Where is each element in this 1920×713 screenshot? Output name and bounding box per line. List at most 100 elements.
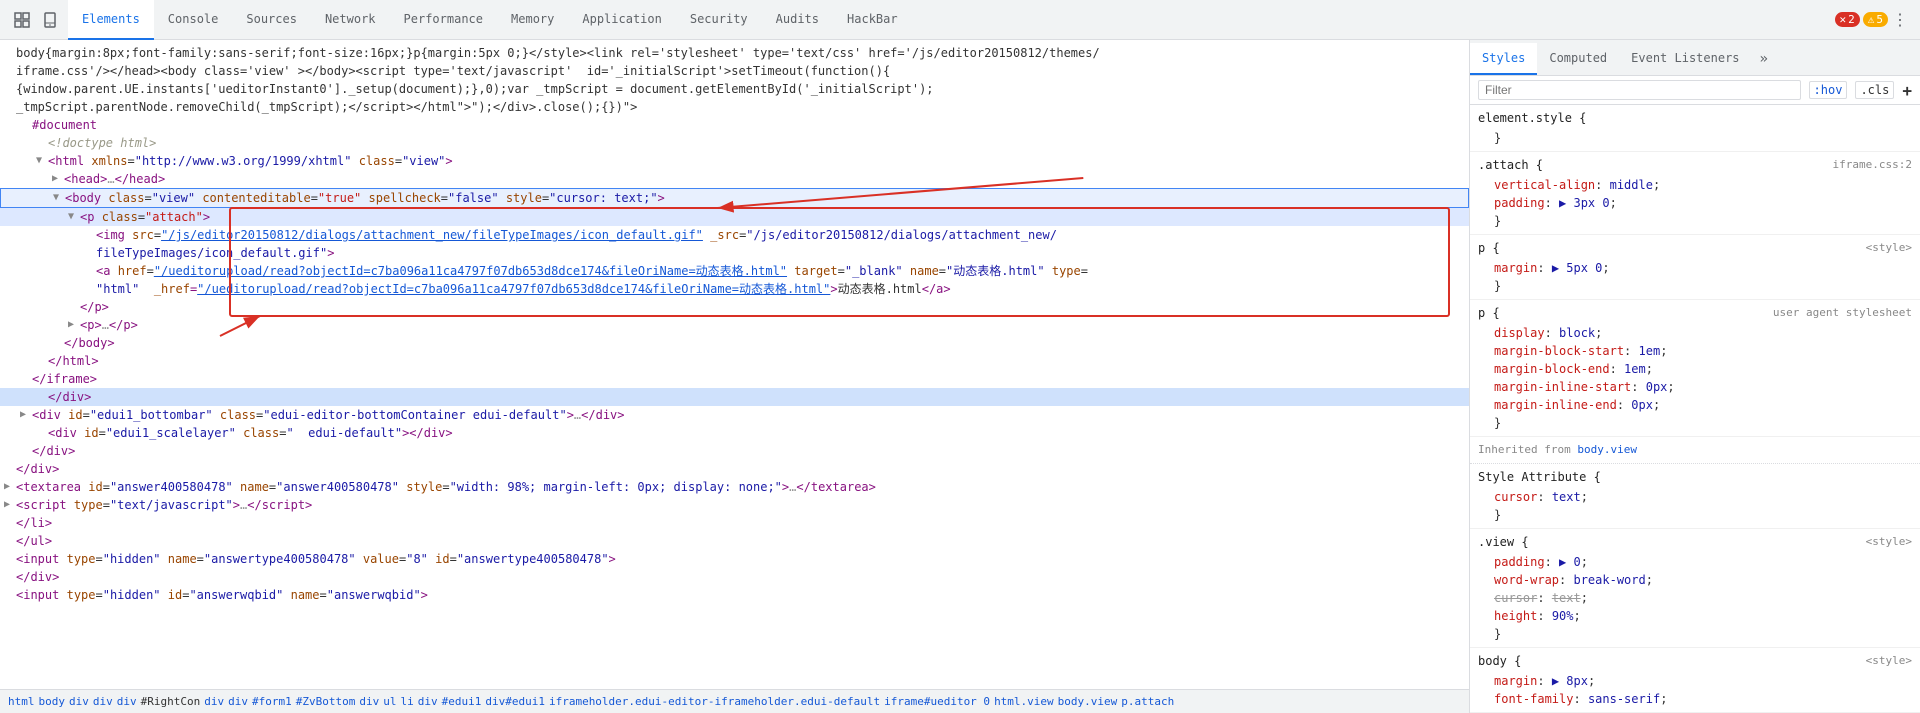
breadcrumb-bar: html body div div div #RightCon div div … xyxy=(0,689,1469,713)
line-content: "html" _href="/ueditorupload/read?object… xyxy=(96,280,1465,298)
tab-sources[interactable]: Sources xyxy=(232,0,311,40)
tree-arrow xyxy=(20,370,32,388)
tree-arrow[interactable] xyxy=(4,478,16,496)
dom-line[interactable]: <!doctype html> xyxy=(0,134,1469,152)
dom-code-area[interactable]: body{margin:8px;font-family:sans-serif;f… xyxy=(0,40,1469,689)
tab-security[interactable]: Security xyxy=(676,0,762,40)
styles-content[interactable]: element.style { } .attach { iframe.css:2… xyxy=(1470,105,1920,713)
dom-line[interactable]: </iframe> xyxy=(0,370,1469,388)
breadcrumb-div6[interactable]: div xyxy=(418,695,438,708)
tab-memory[interactable]: Memory xyxy=(497,0,568,40)
breadcrumb-edui1-div[interactable]: div#edui1 xyxy=(485,695,545,708)
filter-hov-button[interactable]: :hov xyxy=(1809,81,1848,99)
dom-line[interactable]: </body> xyxy=(0,334,1469,352)
dom-line[interactable]: body{margin:8px;font-family:sans-serif;f… xyxy=(0,44,1469,62)
tree-arrow[interactable] xyxy=(52,170,64,188)
line-content: <!doctype html> xyxy=(48,134,1465,152)
styles-filter-input[interactable] xyxy=(1478,80,1801,100)
styles-tab-more[interactable]: » xyxy=(1752,43,1776,75)
tree-arrow xyxy=(4,532,16,550)
tree-arrow[interactable] xyxy=(68,316,80,334)
devtools-icons xyxy=(4,8,68,32)
line-content: </div> xyxy=(32,442,1465,460)
dom-line[interactable]: <head>…</head> xyxy=(0,170,1469,188)
breadcrumb-htmlview[interactable]: html.view xyxy=(994,695,1054,708)
tab-styles[interactable]: Styles xyxy=(1470,43,1537,75)
breadcrumb-zvbottom[interactable]: #ZvBottom xyxy=(296,695,356,708)
style-rule-p-ua: p { user agent stylesheet display: block… xyxy=(1470,300,1920,437)
dom-line[interactable]: <script type="text/javascript">…</script… xyxy=(0,496,1469,514)
breadcrumb-html[interactable]: html xyxy=(8,695,35,708)
line-content: <input type="hidden" name="answertype400… xyxy=(16,550,1465,568)
tree-arrow[interactable] xyxy=(20,406,32,424)
dom-line[interactable]: <div id="edui1_bottombar" class="edui-ed… xyxy=(0,406,1469,424)
breadcrumb-ul[interactable]: ul xyxy=(383,695,396,708)
dom-line[interactable]: fileTypeImages/icon_default.gif"> xyxy=(0,244,1469,262)
dom-line[interactable]: </p> xyxy=(0,298,1469,316)
tree-arrow xyxy=(4,62,16,80)
dom-line[interactable]: </div> xyxy=(0,568,1469,586)
dom-line[interactable]: <html xmlns="http://www.w3.org/1999/xhtm… xyxy=(0,152,1469,170)
dom-line[interactable]: <p>…</p> xyxy=(0,316,1469,334)
breadcrumb-body[interactable]: body xyxy=(39,695,66,708)
line-content: <p>…</p> xyxy=(80,316,1465,334)
breadcrumb-iframeholder[interactable]: iframeholder.edui-editor-iframeholder.ed… xyxy=(549,695,880,708)
tab-event-listeners[interactable]: Event Listeners xyxy=(1619,43,1751,75)
dom-line[interactable]: <body class="view" contenteditable="true… xyxy=(0,188,1469,208)
filter-cls-button[interactable]: .cls xyxy=(1855,81,1894,99)
tab-application[interactable]: Application xyxy=(568,0,675,40)
style-rule-view: .view { <style> padding: ▶ 0; word-wrap:… xyxy=(1470,529,1920,648)
tree-arrow xyxy=(20,442,32,460)
tab-elements[interactable]: Elements xyxy=(68,0,154,40)
tree-arrow[interactable] xyxy=(53,189,65,207)
tab-console[interactable]: Console xyxy=(154,0,233,40)
breadcrumb-li[interactable]: li xyxy=(400,695,413,708)
dom-line[interactable]: #document xyxy=(0,116,1469,134)
breadcrumb-div4[interactable]: div xyxy=(228,695,248,708)
tree-arrow[interactable] xyxy=(36,152,48,170)
breadcrumb-pattach[interactable]: p.attach xyxy=(1121,695,1174,708)
dom-line[interactable]: <textarea id="answer400580478" name="ans… xyxy=(0,478,1469,496)
dom-line[interactable]: <a href="/ueditorupload/read?objectId=c7… xyxy=(0,262,1469,280)
device-icon[interactable] xyxy=(38,8,62,32)
add-style-button[interactable]: + xyxy=(1902,81,1912,100)
dom-line[interactable]: </html> xyxy=(0,352,1469,370)
tab-performance[interactable]: Performance xyxy=(390,0,497,40)
tab-audits[interactable]: Audits xyxy=(762,0,833,40)
dom-line[interactable]: </li> xyxy=(0,514,1469,532)
inherited-from-link[interactable]: body.view xyxy=(1577,443,1637,456)
breadcrumb-div2[interactable]: div xyxy=(93,695,113,708)
breadcrumb-edui1[interactable]: #edui1 xyxy=(442,695,482,708)
dom-wrapper: body{margin:8px;font-family:sans-serif;f… xyxy=(0,40,1469,713)
tab-hackbar[interactable]: HackBar xyxy=(833,0,912,40)
breadcrumb-div3[interactable]: div xyxy=(204,695,224,708)
dom-line[interactable]: <input type="hidden" name="answertype400… xyxy=(0,550,1469,568)
dom-line[interactable]: iframe.css'/></head><body class='view' >… xyxy=(0,62,1469,80)
dom-line[interactable]: <div id="edui1_scalelayer" class=" edui-… xyxy=(0,424,1469,442)
dom-line[interactable]: <p class="attach"> xyxy=(0,208,1469,226)
breadcrumb-iframe[interactable]: iframe#ueditor 0 xyxy=(884,695,990,708)
dom-line[interactable]: <img src="/js/editor20150812/dialogs/att… xyxy=(0,226,1469,244)
tree-arrow[interactable] xyxy=(4,496,16,514)
breadcrumb-bodyview[interactable]: body.view xyxy=(1058,695,1118,708)
tab-computed[interactable]: Computed xyxy=(1537,43,1619,75)
tree-arrow xyxy=(4,586,16,604)
dom-line[interactable]: <input type="hidden" id="answerwqbid" na… xyxy=(0,586,1469,604)
tab-network[interactable]: Network xyxy=(311,0,390,40)
dom-line[interactable]: _tmpScript.parentNode.removeChild(_tmpSc… xyxy=(0,98,1469,116)
more-options-icon[interactable]: ⋮ xyxy=(1892,10,1908,29)
breadcrumb-div5[interactable]: div xyxy=(359,695,379,708)
tree-arrow[interactable] xyxy=(68,208,80,226)
breadcrumb-form1[interactable]: #form1 xyxy=(252,695,292,708)
tree-arrow xyxy=(52,334,64,352)
dom-line[interactable]: </div> xyxy=(0,460,1469,478)
dom-line[interactable]: </div> xyxy=(0,388,1469,406)
dom-line[interactable]: {window.parent.UE.instants['ueditorInsta… xyxy=(0,80,1469,98)
breadcrumb-rightcon[interactable]: div xyxy=(117,695,137,708)
dom-line[interactable]: </ul> xyxy=(0,532,1469,550)
breadcrumb-div1[interactable]: div xyxy=(69,695,89,708)
dom-line[interactable]: </div> xyxy=(0,442,1469,460)
dom-line[interactable]: "html" _href="/ueditorupload/read?object… xyxy=(0,280,1469,298)
inspect-icon[interactable] xyxy=(10,8,34,32)
dom-panel: body{margin:8px;font-family:sans-serif;f… xyxy=(0,40,1470,713)
